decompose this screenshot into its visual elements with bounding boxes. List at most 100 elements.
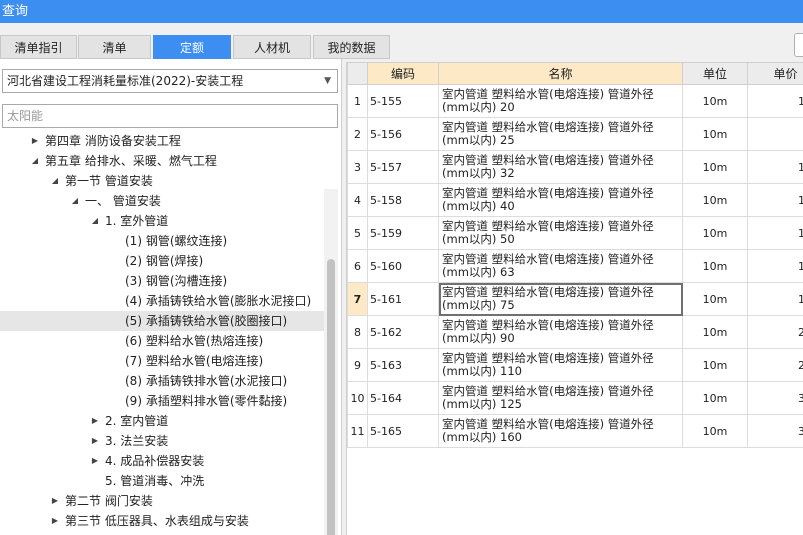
row-number[interactable]: 5 xyxy=(347,216,368,250)
quota-name[interactable]: 室内管道 塑料给水管(电熔连接) 管道外径 (mm以内) 20 xyxy=(438,84,683,118)
quota-unit[interactable]: 10m xyxy=(682,282,748,316)
search-input[interactable] xyxy=(2,104,338,128)
tree-item[interactable]: ▶ 2. 室内管道 xyxy=(0,411,324,431)
tree-item[interactable]: ◢ 1. 室外管道 xyxy=(0,211,324,231)
toolbar-input-edge[interactable] xyxy=(794,33,803,57)
table-row[interactable]: 75-161室内管道 塑料给水管(电熔连接) 管道外径(mm以内) 7510m1… xyxy=(347,282,803,316)
grid-header-name[interactable]: 名称 xyxy=(438,62,683,85)
tree-item[interactable]: ◢ 一、 管道安装 xyxy=(0,191,324,211)
quota-price[interactable]: 107 xyxy=(747,84,803,118)
quota-unit[interactable]: 10m xyxy=(682,315,748,349)
table-row[interactable]: 11 5-165 室内管道 塑料给水管(电熔连接) 管道外径 (mm以内) 160 10… xyxy=(347,414,803,448)
expanded-arrow-icon[interactable]: ◢ xyxy=(30,151,40,171)
quota-name[interactable]: 室内管道 塑料给水管(电熔连接) 管道外径 (mm以内) 25 xyxy=(438,117,683,151)
row-number[interactable]: 9 xyxy=(347,348,368,382)
row-number[interactable]: 3 xyxy=(347,150,368,184)
tree-item[interactable]: ▶ 3. 法兰安装 xyxy=(0,431,324,451)
quota-unit[interactable]: 10m xyxy=(682,117,748,151)
row-number[interactable]: 7 xyxy=(347,282,368,316)
quota-code[interactable]: 5-155 xyxy=(367,84,439,118)
row-number[interactable]: 6 xyxy=(347,249,368,283)
tree-item[interactable]: (7) 塑料给水管(电熔连接) xyxy=(0,351,324,371)
quota-name[interactable]: 室内管道 塑料给水管(电熔连接) 管道外径 (mm以内) 32 xyxy=(438,150,683,184)
quota-name[interactable]: 室内管道 塑料给水管(电熔连接) 管道外径 (mm以内) 50 xyxy=(438,216,683,250)
table-row[interactable]: 10 5-164 室内管道 塑料给水管(电熔连接) 管道外径 (mm以内) 125 10… xyxy=(347,381,803,415)
row-number[interactable]: 10 xyxy=(347,381,368,415)
tree-item[interactable]: (2) 钢管(焊接) xyxy=(0,251,324,271)
tree-item[interactable]: (4) 承插铸铁给水管(膨胀水泥接口) xyxy=(0,291,324,311)
quota-code[interactable]: 5-163 xyxy=(367,348,439,382)
collapsed-arrow-icon[interactable]: ▶ xyxy=(90,431,100,451)
quota-code[interactable]: 5-165 xyxy=(367,414,439,448)
quota-unit[interactable]: 10m xyxy=(682,84,748,118)
collapsed-arrow-icon[interactable]: ▶ xyxy=(30,131,40,151)
quota-unit[interactable]: 10m xyxy=(682,216,748,250)
quota-code[interactable]: 5-164 xyxy=(367,381,439,415)
quota-code[interactable]: 5-160 xyxy=(367,249,439,283)
table-row[interactable]: 45-158室内管道 塑料给水管(电熔连接) 管道外径(mm以内) 4010m1… xyxy=(347,183,803,217)
table-row[interactable]: 35-157室内管道 塑料给水管(电熔连接) 管道外径(mm以内) 3210m1… xyxy=(347,150,803,184)
tree-item[interactable]: ▶ 第四章 消防设备安装工程 xyxy=(0,131,324,151)
quota-code[interactable]: 5-161 xyxy=(367,282,439,316)
standard-select[interactable]: 河北省建设工程消耗量标准(2022)-安装工程 ▼ xyxy=(2,69,338,93)
tab-quota[interactable]: 定额 xyxy=(153,35,231,59)
tab-list[interactable]: 清单 xyxy=(78,35,151,59)
quota-unit[interactable]: 10m xyxy=(682,183,748,217)
quota-price[interactable]: 158 xyxy=(747,249,803,283)
quota-price[interactable]: 11 xyxy=(747,117,803,151)
collapsed-arrow-icon[interactable]: ▶ xyxy=(50,491,60,511)
quota-name[interactable]: 室内管道 塑料给水管(电熔连接) 管道外径 (mm以内) 75 xyxy=(438,282,683,316)
quota-unit[interactable]: 10m xyxy=(682,348,748,382)
quota-name[interactable]: 室内管道 塑料给水管(电熔连接) 管道外径 (mm以内) 125 xyxy=(438,381,683,415)
row-number[interactable]: 11 xyxy=(347,414,368,448)
quota-name[interactable]: 室内管道 塑料给水管(电熔连接) 管道外径 (mm以内) 110 xyxy=(438,348,683,382)
expanded-arrow-icon[interactable]: ◢ xyxy=(50,171,60,191)
row-number[interactable]: 4 xyxy=(347,183,368,217)
tree-item[interactable]: ◢ 第五章 给排水、采暖、燃气工程 xyxy=(0,151,324,171)
table-row[interactable]: 85-162室内管道 塑料给水管(电熔连接) 管道外径(mm以内) 9010m2… xyxy=(347,315,803,349)
row-number[interactable]: 8 xyxy=(347,315,368,349)
quota-price[interactable]: 147 xyxy=(747,216,803,250)
quota-name[interactable]: 室内管道 塑料给水管(电熔连接) 管道外径 (mm以内) 40 xyxy=(438,183,683,217)
table-row[interactable]: 55-159室内管道 塑料给水管(电熔连接) 管道外径(mm以内) 5010m1… xyxy=(347,216,803,250)
tree-item[interactable]: (1) 钢管(螺纹连接) xyxy=(0,231,324,251)
tree-item[interactable]: ▶ 4. 成品补偿器安装 xyxy=(0,451,324,471)
expanded-arrow-icon[interactable]: ◢ xyxy=(90,211,100,231)
quota-name[interactable]: 室内管道 塑料给水管(电熔连接) 管道外径 (mm以内) 90 xyxy=(438,315,683,349)
quota-code[interactable]: 5-158 xyxy=(367,183,439,217)
tree-item[interactable]: (8) 承插铸铁排水管(水泥接口) xyxy=(0,371,324,391)
quota-code[interactable]: 5-159 xyxy=(367,216,439,250)
quota-price[interactable]: 139 xyxy=(747,183,803,217)
row-number[interactable]: 1 xyxy=(347,84,368,118)
quota-name[interactable]: 室内管道 塑料给水管(电熔连接) 管道外径 (mm以内) 63 xyxy=(438,249,683,283)
quota-name[interactable]: 室内管道 塑料给水管(电熔连接) 管道外径 (mm以内) 160 xyxy=(438,414,683,448)
quota-code[interactable]: 5-157 xyxy=(367,150,439,184)
table-row[interactable]: 25-156室内管道 塑料给水管(电熔连接) 管道外径(mm以内) 2510m1… xyxy=(347,117,803,151)
quota-unit[interactable]: 10m xyxy=(682,249,748,283)
tree-item[interactable]: ◢ 第一节 管道安装 xyxy=(0,171,324,191)
tree-item[interactable]: ▶ 第二节 阀门安装 xyxy=(0,491,324,511)
quota-code[interactable]: 5-162 xyxy=(367,315,439,349)
tree-item[interactable]: (6) 塑料给水管(热熔连接) xyxy=(0,331,324,351)
tree-item[interactable]: 5. 管道消毒、冲洗 xyxy=(0,471,324,491)
tab-list-guide[interactable]: 清单指引 xyxy=(0,35,77,59)
quota-price[interactable]: 182 xyxy=(747,282,803,316)
tree-item[interactable]: (9) 承插塑料排水管(零件黏接) xyxy=(0,391,324,411)
quota-price[interactable]: 377 xyxy=(747,414,803,448)
quota-unit[interactable]: 10m xyxy=(682,150,748,184)
quota-code[interactable]: 5-156 xyxy=(367,117,439,151)
quota-price[interactable]: 328 xyxy=(747,381,803,415)
table-row[interactable]: 65-160室内管道 塑料给水管(电熔连接) 管道外径(mm以内) 6310m1… xyxy=(347,249,803,283)
collapsed-arrow-icon[interactable]: ▶ xyxy=(90,411,100,431)
grid-header-code[interactable]: 编码 xyxy=(367,62,439,85)
collapsed-arrow-icon[interactable]: ▶ xyxy=(50,511,60,531)
table-row[interactable]: 9 5-163 室内管道 塑料给水管(电熔连接) 管道外径 (mm以内) 110 10m… xyxy=(347,348,803,382)
row-number[interactable]: 2 xyxy=(347,117,368,151)
quota-unit[interactable]: 10m xyxy=(682,381,748,415)
table-row[interactable]: 15-155室内管道 塑料给水管(电熔连接) 管道外径(mm以内) 2010m1… xyxy=(347,84,803,118)
grid-header-unit[interactable]: 单位 xyxy=(682,62,748,85)
tree-item[interactable]: (3) 钢管(沟槽连接) xyxy=(0,271,324,291)
quota-price[interactable]: 224 xyxy=(747,315,803,349)
tree-item[interactable]: (5) 承插铸铁给水管(胶圈接口) xyxy=(0,311,324,331)
tab-my-data[interactable]: 我的数据 xyxy=(313,35,390,59)
